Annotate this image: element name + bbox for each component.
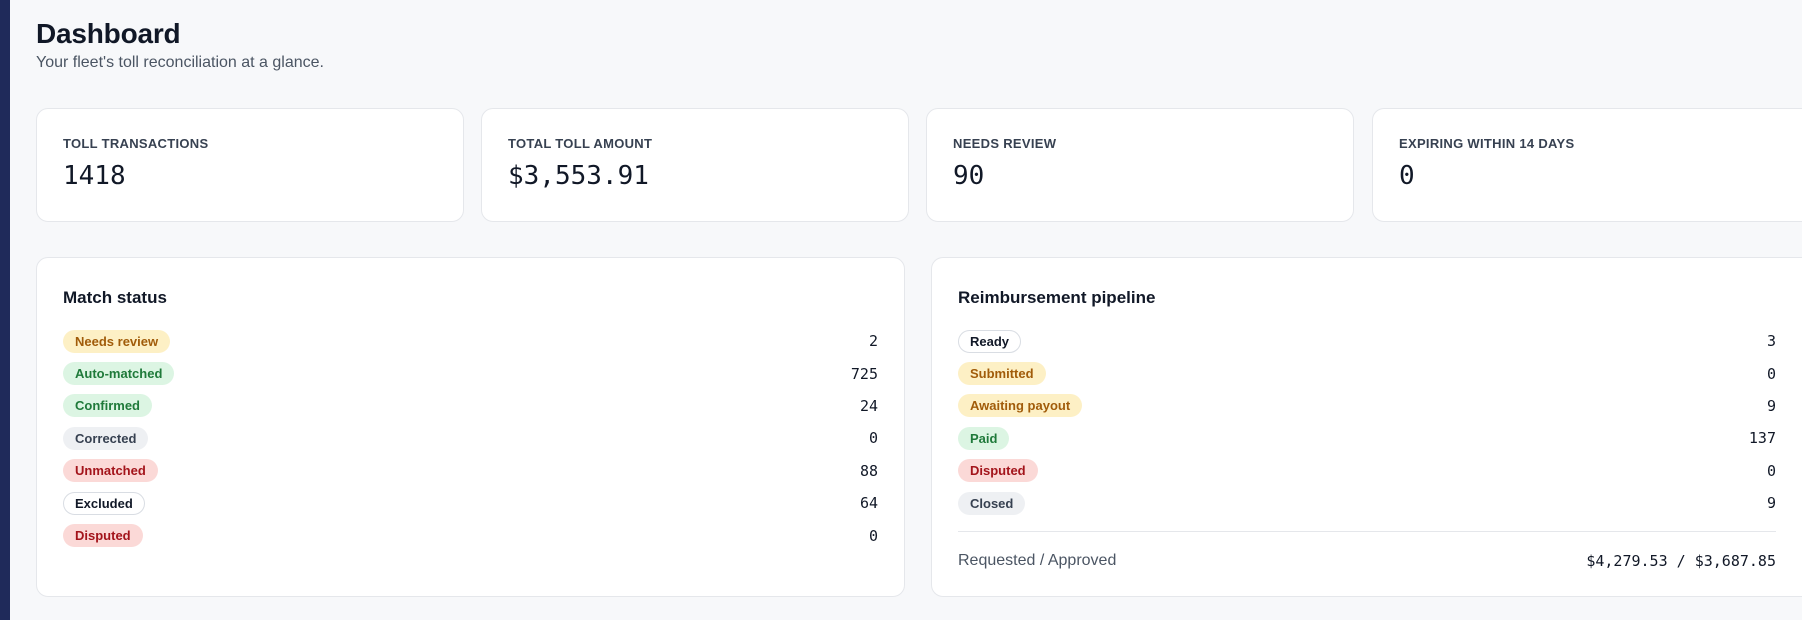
kpi-row: TOLL TRANSACTIONS 1418 TOTAL TOLL AMOUNT… bbox=[36, 108, 1802, 222]
kpi-value: 1418 bbox=[63, 161, 126, 191]
panel-title: Match status bbox=[63, 288, 167, 307]
page-subtitle: Your fleet's toll reconciliation at a gl… bbox=[36, 54, 324, 71]
list-item: Corrected 0 bbox=[63, 422, 878, 454]
status-badge: Disputed bbox=[958, 459, 1038, 483]
status-count: 3 bbox=[1766, 332, 1776, 351]
status-badge: Paid bbox=[958, 426, 1010, 450]
status-badge: Needs review bbox=[63, 329, 171, 353]
status-count: 137 bbox=[1748, 429, 1776, 448]
list-item: Closed 9 bbox=[958, 487, 1776, 519]
list-item: Ready 3 bbox=[958, 325, 1776, 357]
list-item: Auto-matched 725 bbox=[63, 357, 878, 389]
kpi-label: NEEDS REVIEW bbox=[953, 136, 1057, 151]
kpi-card-expiring: EXPIRING WITHIN 14 DAYS 0 bbox=[1372, 108, 1802, 222]
status-badge: Closed bbox=[958, 491, 1026, 515]
list-item: Paid 137 bbox=[958, 422, 1776, 454]
status-badge: Excluded bbox=[63, 491, 145, 515]
reimbursement-status-list: Ready 3 Submitted 0 Awaiting payout 9 Pa… bbox=[958, 325, 1776, 519]
list-item: Excluded 64 bbox=[63, 487, 878, 519]
kpi-label: TOLL TRANSACTIONS bbox=[63, 136, 209, 151]
summary-label: Requested / Approved bbox=[958, 552, 1117, 569]
list-item: Confirmed 24 bbox=[63, 390, 878, 422]
kpi-card-needs-review: NEEDS REVIEW 90 bbox=[926, 108, 1354, 222]
sidebar-edge bbox=[0, 0, 10, 620]
status-count: 9 bbox=[1766, 494, 1776, 513]
kpi-card-total-toll-amount: TOTAL TOLL AMOUNT $3,553.91 bbox=[481, 108, 909, 222]
status-badge: Disputed bbox=[63, 524, 143, 548]
status-count: 88 bbox=[859, 461, 878, 480]
kpi-value: 0 bbox=[1399, 161, 1415, 191]
list-item: Disputed 0 bbox=[63, 519, 878, 551]
status-count: 64 bbox=[859, 494, 878, 513]
dashboard-page: Dashboard Your fleet's toll reconciliati… bbox=[36, 0, 1802, 620]
status-count: 0 bbox=[868, 526, 878, 545]
reimbursement-pipeline-panel: Reimbursement pipeline Ready 3 Submitted… bbox=[931, 257, 1802, 597]
status-count: 725 bbox=[850, 364, 878, 383]
list-item: Unmatched 88 bbox=[63, 455, 878, 487]
panel-title: Reimbursement pipeline bbox=[958, 288, 1156, 307]
kpi-label: EXPIRING WITHIN 14 DAYS bbox=[1399, 136, 1575, 151]
kpi-value: 90 bbox=[953, 161, 985, 191]
status-count: 2 bbox=[868, 332, 878, 351]
status-count: 0 bbox=[1766, 364, 1776, 383]
match-status-panel: Match status Needs review 2 Auto-matched… bbox=[36, 257, 905, 597]
status-badge: Confirmed bbox=[63, 394, 152, 418]
kpi-label: TOTAL TOLL AMOUNT bbox=[508, 136, 653, 151]
status-badge: Auto-matched bbox=[63, 362, 175, 386]
kpi-value: $3,553.91 bbox=[508, 161, 649, 191]
list-item: Disputed 0 bbox=[958, 455, 1776, 487]
list-item: Submitted 0 bbox=[958, 357, 1776, 389]
status-count: 0 bbox=[868, 429, 878, 448]
status-badge: Unmatched bbox=[63, 459, 158, 483]
match-status-list: Needs review 2 Auto-matched 725 Confirme… bbox=[63, 325, 878, 552]
list-item: Awaiting payout 9 bbox=[958, 390, 1776, 422]
kpi-card-toll-transactions: TOLL TRANSACTIONS 1418 bbox=[36, 108, 464, 222]
list-item: Needs review 2 bbox=[63, 325, 878, 357]
summary-value: $4,279.53 / $3,687.85 bbox=[1586, 552, 1776, 570]
status-count: 0 bbox=[1766, 461, 1776, 480]
status-badge: Corrected bbox=[63, 426, 149, 450]
status-badge: Submitted bbox=[958, 362, 1046, 386]
summary-divider bbox=[958, 531, 1776, 532]
status-count: 9 bbox=[1766, 396, 1776, 415]
status-badge: Ready bbox=[958, 329, 1022, 353]
status-count: 24 bbox=[859, 396, 878, 415]
page-title: Dashboard bbox=[36, 18, 181, 49]
status-badge: Awaiting payout bbox=[958, 394, 1083, 418]
